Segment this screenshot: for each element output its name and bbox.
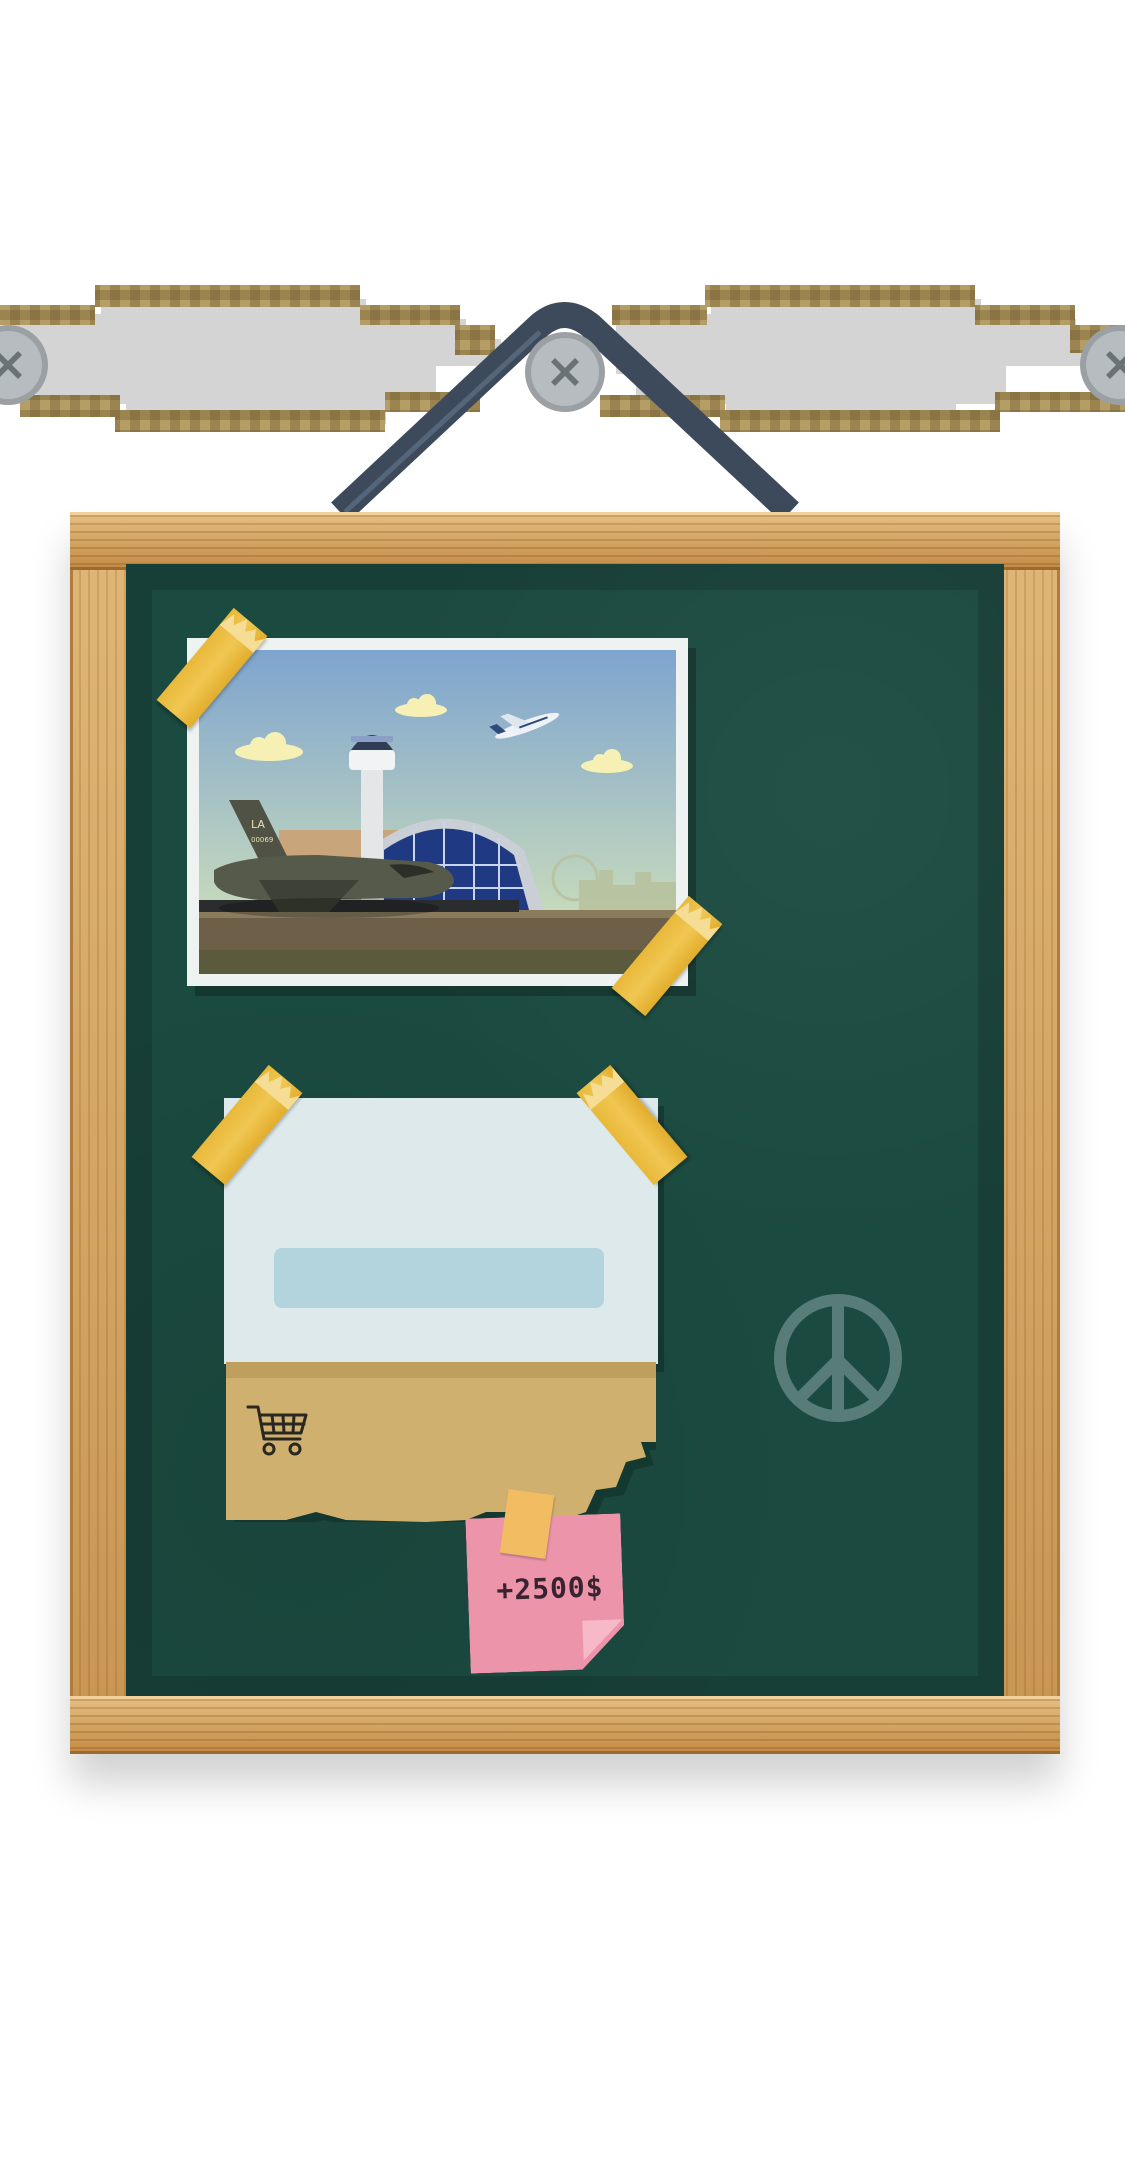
- shop-card[interactable]: [224, 1098, 658, 1364]
- frame-bottom: [70, 1696, 1060, 1754]
- reward-amount: +2500$: [495, 1570, 605, 1607]
- sticky-fold: [582, 1619, 624, 1661]
- airport-illustration: LA 00069: [199, 650, 676, 974]
- peace-sign-icon: [774, 1294, 902, 1422]
- airport-photo[interactable]: LA 00069: [187, 638, 688, 986]
- hanger-chains: [0, 285, 1125, 522]
- card-slot: [274, 1248, 604, 1308]
- svg-text:LA: LA: [251, 818, 265, 831]
- screw-icon: [525, 332, 605, 412]
- tape: [499, 1489, 555, 1559]
- frame-top: [70, 512, 1060, 570]
- shopping-cart-icon: [246, 1405, 308, 1456]
- svg-text:00069: 00069: [251, 836, 273, 844]
